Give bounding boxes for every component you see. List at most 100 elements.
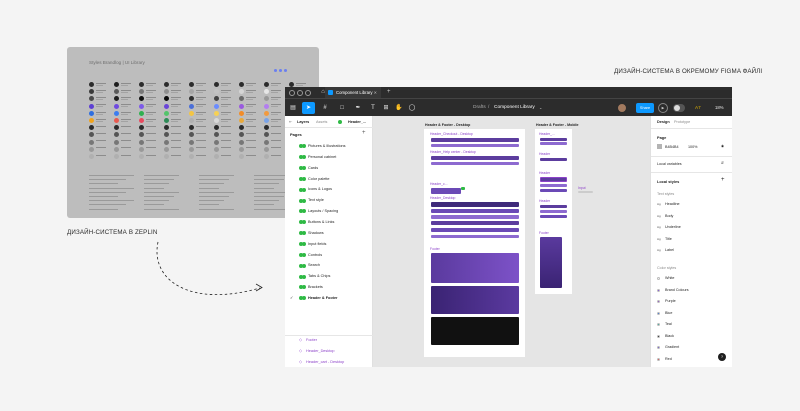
color-style-item[interactable]: Black: [657, 331, 727, 342]
page-item[interactable]: Pictures & Illustrations: [285, 141, 373, 152]
page-item[interactable]: Layouts / Spacing: [285, 206, 373, 217]
add-style-icon[interactable]: +: [721, 177, 725, 183]
swatch-value: [96, 84, 103, 86]
close-window-button[interactable]: [289, 89, 295, 96]
maximize-window-button[interactable]: [305, 89, 311, 96]
page-item[interactable]: Text style: [285, 195, 373, 206]
tab-assets[interactable]: Assets: [316, 116, 327, 128]
text-style-item[interactable]: Ag Underline: [657, 222, 727, 233]
file-tab[interactable]: Component Library ✕: [325, 87, 381, 98]
page-color-value[interactable]: B4B4B4: [665, 145, 679, 149]
component-label[interactable]: Header: [539, 152, 550, 156]
color-swatch: [89, 125, 94, 131]
canvas[interactable]: Header & Footer - Desktop Header_Checkou…: [373, 116, 650, 367]
color-style-item[interactable]: Purple: [657, 296, 727, 307]
swatch-value: [246, 84, 253, 86]
pen-tool-icon[interactable]: ✒: [352, 102, 364, 114]
page-item[interactable]: ✓ Header & Footer: [285, 293, 373, 304]
color-style-item[interactable]: Brand Colours: [657, 285, 727, 296]
close-tab-icon[interactable]: ✕: [374, 87, 377, 98]
color-style-item[interactable]: Blue: [657, 308, 727, 319]
text-style-item[interactable]: Ag Body: [657, 211, 727, 222]
text-style-item[interactable]: Ag Title: [657, 234, 727, 245]
component-label[interactable]: Footer: [430, 247, 440, 251]
dev-mode-toggle[interactable]: [673, 104, 685, 112]
text-style-item[interactable]: Ag Label: [657, 245, 727, 256]
page-item[interactable]: Input fields: [285, 239, 373, 250]
frame-title-desktop[interactable]: Header & Footer - Desktop: [425, 123, 470, 127]
share-button[interactable]: Share: [636, 103, 654, 113]
zoom-level[interactable]: 18%: [715, 99, 724, 117]
swatch-label: [221, 104, 231, 106]
resources-icon[interactable]: ⊞: [381, 102, 391, 114]
color-swatch: [214, 82, 219, 87]
swatch-label: [121, 125, 131, 127]
avatar[interactable]: [617, 103, 627, 113]
color-style-item[interactable]: Gradient: [657, 342, 727, 353]
page-item[interactable]: Brackets: [285, 282, 373, 293]
component-label[interactable]: Header_Checkout - Desktop: [430, 132, 473, 136]
main-menu-icon[interactable]: ▤: [287, 102, 299, 114]
text-style-item[interactable]: Ag Headline: [657, 199, 727, 210]
breadcrumb-file[interactable]: Component Library: [494, 99, 535, 117]
color-swatch-icon: [657, 357, 660, 361]
move-tool-icon[interactable]: ➤: [302, 102, 315, 114]
shape-tool-icon[interactable]: □: [336, 102, 348, 114]
page-item[interactable]: Personal cabinet: [285, 152, 373, 163]
component-label[interactable]: Header: [539, 199, 550, 203]
component-label[interactable]: Header: [539, 171, 550, 175]
header-desktop-preview-6: [431, 235, 519, 238]
page-color-swatch[interactable]: [657, 144, 662, 149]
comment-tool-icon[interactable]: ◯: [407, 102, 417, 114]
component-label[interactable]: Footer: [539, 231, 549, 235]
frame-title-mobile[interactable]: Header & Footer - Mobile: [536, 123, 579, 127]
component-label[interactable]: Header_...: [539, 132, 555, 136]
page-item[interactable]: Search: [285, 260, 373, 271]
page-item[interactable]: Buttons & Links: [285, 217, 373, 228]
page-item[interactable]: Tabs & Chips: [285, 271, 373, 282]
page-item[interactable]: Shadows: [285, 228, 373, 239]
ai-label[interactable]: A7: [695, 99, 701, 117]
text-tool-icon[interactable]: T: [369, 102, 377, 114]
tab-prototype[interactable]: Prototype: [674, 116, 690, 128]
swatch-row: [89, 153, 306, 160]
swatch-label: [196, 89, 206, 91]
color-style-item[interactable]: White: [657, 273, 727, 284]
layer-item[interactable]: ◇ Header_cart - Desktop: [285, 357, 373, 367]
eye-icon[interactable]: ◉: [721, 144, 724, 148]
add-page-icon[interactable]: +: [362, 130, 366, 136]
minimize-window-button[interactable]: [297, 89, 303, 96]
color-style-item[interactable]: Teal: [657, 319, 727, 330]
page-item[interactable]: Color palette: [285, 174, 373, 185]
color-swatch: [214, 110, 219, 116]
component-label[interactable]: Header_c...: [430, 182, 448, 186]
layer-item[interactable]: ◇ Footer: [285, 335, 373, 346]
adjust-icon[interactable]: ⇵: [721, 161, 724, 165]
frame-tool-icon[interactable]: #: [319, 102, 331, 114]
frame-desktop[interactable]: Header_Checkout - Desktop Header_Help ce…: [424, 129, 525, 357]
component-label[interactable]: Header_Help center - Desktop: [430, 150, 476, 154]
page-opacity-value[interactable]: 100%: [688, 145, 697, 149]
breadcrumb-root[interactable]: Drafts: [473, 99, 486, 117]
text-style-line: [199, 187, 219, 189]
chevron-down-icon[interactable]: ⌄: [539, 99, 542, 117]
color-swatch: [164, 132, 169, 138]
frame-mobile[interactable]: Header_... Header Header Header Footer: [535, 129, 572, 294]
color-swatch: [114, 103, 119, 109]
tab-current-page[interactable]: Header_...: [348, 116, 366, 128]
collapse-panel-icon[interactable]: ⇤: [289, 116, 292, 128]
input-component-label[interactable]: Input: [578, 186, 586, 190]
page-item[interactable]: Controls: [285, 250, 373, 261]
page-item[interactable]: Cards: [285, 163, 373, 174]
present-icon[interactable]: ▶: [658, 103, 668, 113]
tab-layers[interactable]: Layers: [297, 116, 309, 128]
tab-design[interactable]: Design: [657, 116, 670, 128]
layer-item[interactable]: ◇ Header_Desktop: [285, 346, 373, 357]
new-tab-icon[interactable]: +: [387, 87, 391, 98]
color-style-item[interactable]: Red: [657, 354, 727, 365]
local-variables-link[interactable]: Local variables: [657, 162, 682, 166]
component-label[interactable]: Header_Desktop: [430, 196, 455, 200]
help-button[interactable]: ?: [718, 353, 726, 361]
page-item[interactable]: Icons & Logos: [285, 184, 373, 195]
hand-tool-icon[interactable]: ✋: [394, 102, 404, 114]
